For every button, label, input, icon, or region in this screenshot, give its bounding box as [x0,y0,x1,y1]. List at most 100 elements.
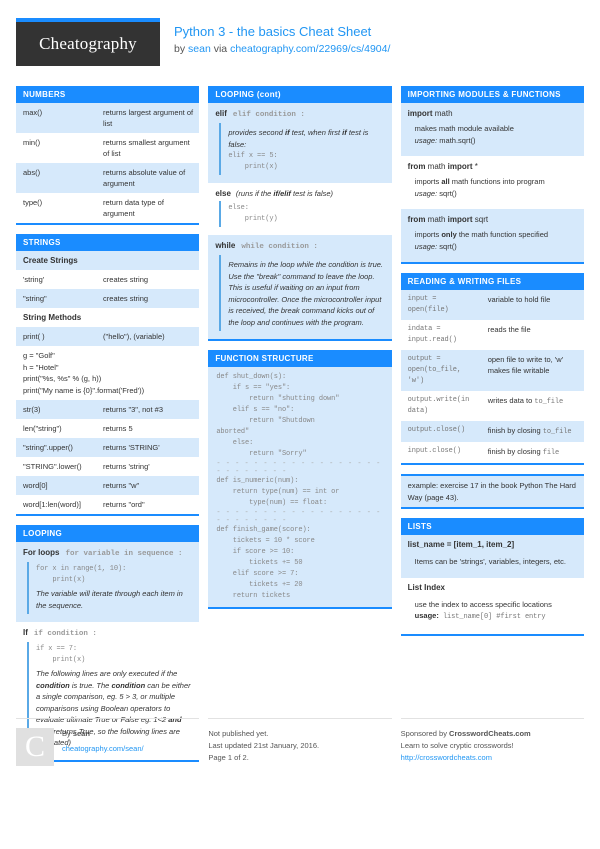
strings-example-text: g = "Golf" h = "Hotel" print("%s, %s" % … [23,351,145,395]
sponsor-name: CrosswordCheats.com [449,729,531,738]
desc-mono: to_file [542,428,572,436]
list-index-body: use the index to access specific locatio… [414,599,552,609]
import-body-1: makes math module available usage: math.… [415,121,578,148]
cell-desc: returns "w" [103,481,140,490]
looping-if-head: If if condition : [16,622,199,642]
elif-keyword: elif [215,109,227,118]
desc-mono: to_file [534,398,564,406]
desc-bold: all [441,177,450,186]
else-keyword: else [215,189,231,198]
elif-signature: elif condition : [232,111,305,119]
list-index-body-wrap: use the index to access specific locatio… [415,597,578,626]
desc-text: finish by closing [487,447,543,456]
cell-code: output.close() [407,426,466,434]
strings-example-block: g = "Golf" h = "Hotel" print("%s, %s" % … [16,346,199,400]
from-keyword: from [407,162,426,171]
card-lists: LISTS list_name = [item_1, item_2] Items… [400,518,584,636]
code-divider-2: - - - - - - - - - - - - - - - - - - - - … [216,509,381,525]
else-head: else (runs if the if/elif test is false) [208,183,391,201]
import-desc-1: makes math module available [414,124,514,133]
footer-author-info: By sean cheatography.com/sean/ [62,728,144,766]
card-files: READING & WRITING FILES input = open(fil… [400,273,584,465]
card-numbers: NUMBERS max() returns largest argument o… [16,86,200,225]
else-note-part1: (runs if the [235,189,274,198]
card-title-lists: LISTS [400,518,584,535]
function-structure-body: def shut_down(s): if s == "yes": return … [208,367,392,607]
desc-post: the math function specified [456,230,549,239]
footer-sponsor-link[interactable]: http://crosswordcheats.com [401,753,492,762]
usage-label: usage: [414,188,438,198]
cell-code: indata = input.read() [407,325,457,344]
desc-pre: imports [414,177,442,186]
table-row: indata = input.read() reads the file [401,320,584,350]
cell-desc: ("hello"), (variable) [103,332,165,341]
import-desc-3: imports only the math function specified [415,229,578,241]
function-code-3: def finish_game(score): tickets = 10 * s… [216,526,315,600]
list-index-block: List Index use the index to access speci… [401,578,584,634]
table-row: output = open(to_file, 'w') open file to… [400,350,584,391]
import-keyword: import [447,162,473,171]
if-desc-part2: is true. The [69,680,112,690]
import-item: from math import sqrt imports only the m… [400,209,584,262]
cell-name: word[0] [23,481,48,490]
import-head-1: import math [401,103,584,121]
cell-desc: returns 5 [103,424,133,433]
column-1: NUMBERS max() returns largest argument o… [16,86,200,762]
footer-author-col: C By sean cheatography.com/sean/ [16,718,200,766]
author-link[interactable]: sean [188,43,211,55]
while-signature: while condition : [241,243,318,251]
list-decl-body: Items can be 'strings', variables, integ… [414,557,566,566]
elif-desc-part1: provides second [228,128,286,137]
column-3: IMPORTING MODULES & FUNCTIONS import mat… [400,86,584,636]
table-row: print( ) ("hello"), (variable) [16,327,200,346]
footer-publish-col: Not published yet. Last updated 21st Jan… [208,718,392,766]
card-title-looping: LOOPING [16,525,200,542]
if-signature: if condition : [33,630,97,638]
else-note: (runs if the if/elif test is false) [231,189,333,198]
table-row: max() returns largest argument of list [16,103,200,133]
import-usage-2: usage: sqrt() [415,188,578,200]
cell-desc: finish by closing to_file [488,425,578,438]
desc-text: finish by closing [487,426,543,435]
card-title-files: READING & WRITING FILES [400,273,584,290]
for-description: The variable will iterate through each i… [36,589,183,610]
footer-author-link[interactable]: cheatography.com/sean/ [62,744,144,753]
usage-label: usage: [414,611,439,620]
card-files-example: example: exercise 17 in the book Python … [400,474,584,509]
import-usage-3: usage: sqrt() [415,241,578,253]
elif-code-block: provides second if test, when first if t… [219,123,385,175]
cell-desc: reads the file [487,325,531,334]
footer-author-name: sean [72,729,90,738]
while-head: while while condition : [208,235,391,255]
function-code-2: def is_numeric(num): return type(num) ==… [216,477,340,507]
desc-post: math functions into program [449,177,545,186]
else-note-part2: test is false) [290,189,334,198]
usage-label: usage: [414,241,438,251]
import-keyword: import [447,215,473,224]
card-title-numbers: NUMBERS [16,86,200,103]
cell-code: input.close() [407,447,461,455]
usage-label: usage: [414,135,438,145]
elif-desc-part2: test, when first [289,128,343,137]
sponsor-label: Sponsored by [400,729,450,738]
source-link[interactable]: cheatography.com/22969/cs/4904/ [230,43,390,55]
list-decl-body-wrap: Items can be 'strings', variables, integ… [415,554,578,570]
subheader-create-strings: Create Strings [16,251,200,270]
card-function-structure: FUNCTION STRUCTURE def shut_down(s): if … [208,350,392,609]
import-body-2: imports all math functions into program … [415,174,578,201]
page-title: Python 3 - the basics Cheat Sheet [174,24,372,39]
from-module: math [425,215,448,224]
list-decl-header: list_name = [item_1, item_2] [407,540,515,549]
elif-description: provides second if test, when first if t… [228,125,385,151]
import-target: * [472,162,478,171]
function-code-1: def shut_down(s): if s == "yes": return … [216,373,340,458]
brand-logo[interactable]: Cheatography [16,18,160,66]
cell-desc: returns "3", not #3 [103,405,163,414]
while-keyword: while [215,241,236,250]
for-keyword: For loops [23,548,60,557]
table-row: output.write(in data) writes data to to_… [401,391,584,421]
card-importing: IMPORTING MODULES & FUNCTIONS import mat… [400,86,584,264]
while-block: while while condition : Remains in the lo… [208,235,392,339]
cell-desc: open file to write to, 'w' makes file wr… [487,355,564,375]
page-footer: C By sean cheatography.com/sean/ Not pub… [16,718,584,766]
